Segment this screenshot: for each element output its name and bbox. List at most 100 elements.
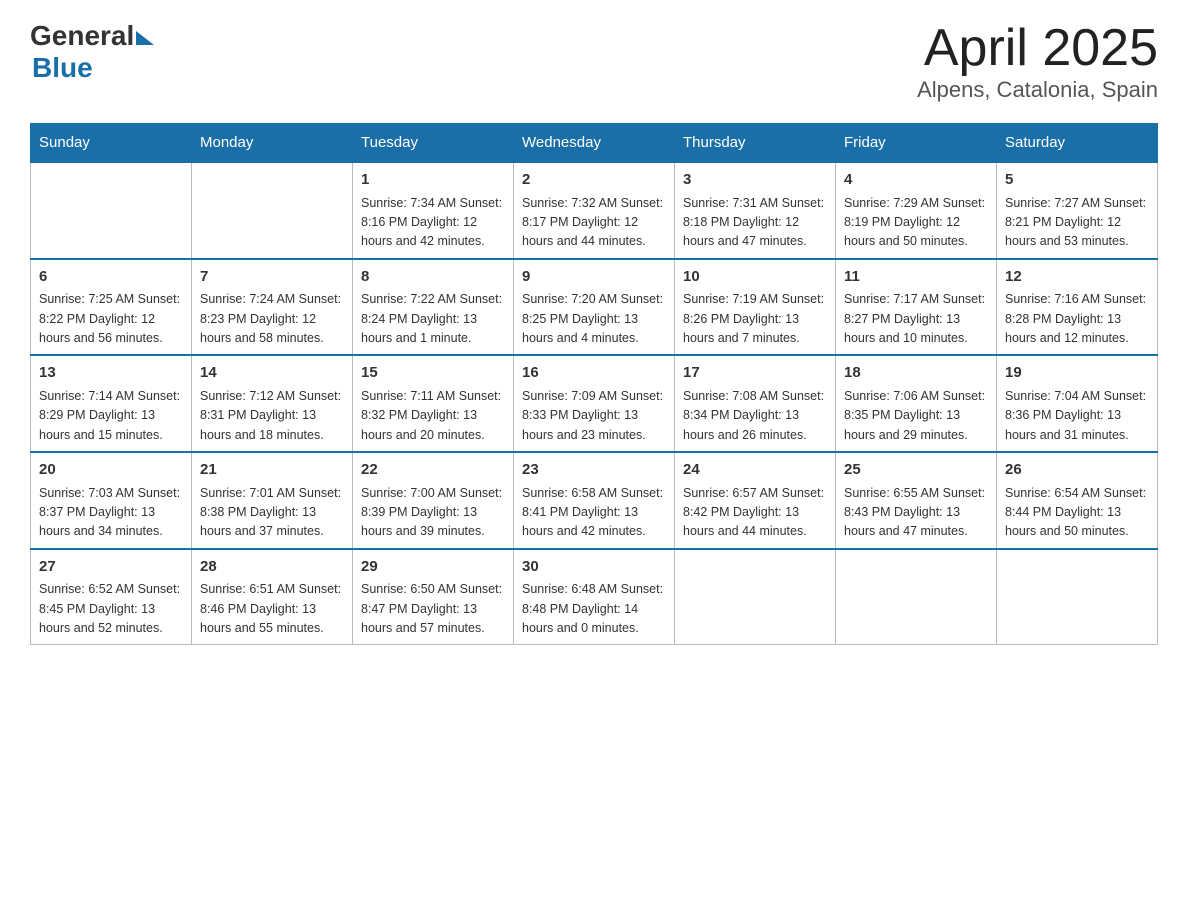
calendar-cell: 11Sunrise: 7:17 AM Sunset: 8:27 PM Dayli… <box>836 259 997 356</box>
calendar-cell: 29Sunrise: 6:50 AM Sunset: 8:47 PM Dayli… <box>353 549 514 645</box>
calendar-cell: 18Sunrise: 7:06 AM Sunset: 8:35 PM Dayli… <box>836 355 997 452</box>
day-number: 15 <box>361 362 505 385</box>
day-info: Sunrise: 7:01 AM Sunset: 8:38 PM Dayligh… <box>200 484 344 542</box>
day-number: 8 <box>361 266 505 289</box>
day-info: Sunrise: 6:52 AM Sunset: 8:45 PM Dayligh… <box>39 580 183 638</box>
day-number: 14 <box>200 362 344 385</box>
title-block: April 2025 Alpens, Catalonia, Spain <box>917 20 1158 103</box>
day-info: Sunrise: 7:29 AM Sunset: 8:19 PM Dayligh… <box>844 194 988 252</box>
calendar-cell: 17Sunrise: 7:08 AM Sunset: 8:34 PM Dayli… <box>675 355 836 452</box>
day-info: Sunrise: 7:08 AM Sunset: 8:34 PM Dayligh… <box>683 387 827 445</box>
day-info: Sunrise: 7:24 AM Sunset: 8:23 PM Dayligh… <box>200 290 344 348</box>
day-number: 7 <box>200 266 344 289</box>
day-number: 18 <box>844 362 988 385</box>
calendar-cell: 22Sunrise: 7:00 AM Sunset: 8:39 PM Dayli… <box>353 452 514 549</box>
page-header: General Blue April 2025 Alpens, Cataloni… <box>30 20 1158 103</box>
day-number: 21 <box>200 459 344 482</box>
day-number: 3 <box>683 169 827 192</box>
calendar-week-row: 20Sunrise: 7:03 AM Sunset: 8:37 PM Dayli… <box>31 452 1158 549</box>
calendar-cell: 7Sunrise: 7:24 AM Sunset: 8:23 PM Daylig… <box>192 259 353 356</box>
calendar-cell <box>31 162 192 259</box>
calendar-cell: 23Sunrise: 6:58 AM Sunset: 8:41 PM Dayli… <box>514 452 675 549</box>
calendar-cell: 21Sunrise: 7:01 AM Sunset: 8:38 PM Dayli… <box>192 452 353 549</box>
day-info: Sunrise: 7:11 AM Sunset: 8:32 PM Dayligh… <box>361 387 505 445</box>
day-number: 22 <box>361 459 505 482</box>
day-info: Sunrise: 7:20 AM Sunset: 8:25 PM Dayligh… <box>522 290 666 348</box>
calendar-cell: 14Sunrise: 7:12 AM Sunset: 8:31 PM Dayli… <box>192 355 353 452</box>
calendar-cell: 13Sunrise: 7:14 AM Sunset: 8:29 PM Dayli… <box>31 355 192 452</box>
day-number: 11 <box>844 266 988 289</box>
calendar-cell: 20Sunrise: 7:03 AM Sunset: 8:37 PM Dayli… <box>31 452 192 549</box>
day-info: Sunrise: 7:06 AM Sunset: 8:35 PM Dayligh… <box>844 387 988 445</box>
day-info: Sunrise: 7:19 AM Sunset: 8:26 PM Dayligh… <box>683 290 827 348</box>
day-number: 10 <box>683 266 827 289</box>
logo: General Blue <box>30 20 154 84</box>
day-number: 13 <box>39 362 183 385</box>
day-number: 6 <box>39 266 183 289</box>
day-info: Sunrise: 6:57 AM Sunset: 8:42 PM Dayligh… <box>683 484 827 542</box>
day-info: Sunrise: 7:12 AM Sunset: 8:31 PM Dayligh… <box>200 387 344 445</box>
calendar-cell: 10Sunrise: 7:19 AM Sunset: 8:26 PM Dayli… <box>675 259 836 356</box>
calendar-header-friday: Friday <box>836 124 997 163</box>
day-info: Sunrise: 7:22 AM Sunset: 8:24 PM Dayligh… <box>361 290 505 348</box>
day-info: Sunrise: 6:51 AM Sunset: 8:46 PM Dayligh… <box>200 580 344 638</box>
calendar-cell: 16Sunrise: 7:09 AM Sunset: 8:33 PM Dayli… <box>514 355 675 452</box>
calendar-cell <box>192 162 353 259</box>
calendar-cell: 27Sunrise: 6:52 AM Sunset: 8:45 PM Dayli… <box>31 549 192 645</box>
calendar-cell: 2Sunrise: 7:32 AM Sunset: 8:17 PM Daylig… <box>514 162 675 259</box>
day-info: Sunrise: 6:54 AM Sunset: 8:44 PM Dayligh… <box>1005 484 1149 542</box>
calendar-cell: 30Sunrise: 6:48 AM Sunset: 8:48 PM Dayli… <box>514 549 675 645</box>
calendar-cell: 1Sunrise: 7:34 AM Sunset: 8:16 PM Daylig… <box>353 162 514 259</box>
calendar-cell: 15Sunrise: 7:11 AM Sunset: 8:32 PM Dayli… <box>353 355 514 452</box>
calendar-cell <box>997 549 1158 645</box>
calendar-cell: 12Sunrise: 7:16 AM Sunset: 8:28 PM Dayli… <box>997 259 1158 356</box>
day-info: Sunrise: 6:50 AM Sunset: 8:47 PM Dayligh… <box>361 580 505 638</box>
calendar-cell: 24Sunrise: 6:57 AM Sunset: 8:42 PM Dayli… <box>675 452 836 549</box>
page-subtitle: Alpens, Catalonia, Spain <box>917 77 1158 103</box>
calendar-header-thursday: Thursday <box>675 124 836 163</box>
logo-general-text: General <box>30 20 134 52</box>
day-info: Sunrise: 6:55 AM Sunset: 8:43 PM Dayligh… <box>844 484 988 542</box>
calendar-header-sunday: Sunday <box>31 124 192 163</box>
day-info: Sunrise: 7:09 AM Sunset: 8:33 PM Dayligh… <box>522 387 666 445</box>
day-info: Sunrise: 7:25 AM Sunset: 8:22 PM Dayligh… <box>39 290 183 348</box>
calendar-header-saturday: Saturday <box>997 124 1158 163</box>
day-number: 2 <box>522 169 666 192</box>
day-number: 12 <box>1005 266 1149 289</box>
day-number: 9 <box>522 266 666 289</box>
day-number: 28 <box>200 556 344 579</box>
calendar-cell: 25Sunrise: 6:55 AM Sunset: 8:43 PM Dayli… <box>836 452 997 549</box>
day-info: Sunrise: 7:32 AM Sunset: 8:17 PM Dayligh… <box>522 194 666 252</box>
calendar-cell <box>675 549 836 645</box>
day-info: Sunrise: 7:31 AM Sunset: 8:18 PM Dayligh… <box>683 194 827 252</box>
calendar-header-monday: Monday <box>192 124 353 163</box>
day-number: 24 <box>683 459 827 482</box>
logo-arrow-icon <box>136 31 154 45</box>
calendar-week-row: 6Sunrise: 7:25 AM Sunset: 8:22 PM Daylig… <box>31 259 1158 356</box>
day-info: Sunrise: 7:00 AM Sunset: 8:39 PM Dayligh… <box>361 484 505 542</box>
calendar-week-row: 1Sunrise: 7:34 AM Sunset: 8:16 PM Daylig… <box>31 162 1158 259</box>
day-info: Sunrise: 7:04 AM Sunset: 8:36 PM Dayligh… <box>1005 387 1149 445</box>
calendar-header-wednesday: Wednesday <box>514 124 675 163</box>
calendar-week-row: 27Sunrise: 6:52 AM Sunset: 8:45 PM Dayli… <box>31 549 1158 645</box>
day-number: 29 <box>361 556 505 579</box>
day-number: 19 <box>1005 362 1149 385</box>
logo-blue-text: Blue <box>32 52 93 84</box>
day-info: Sunrise: 7:16 AM Sunset: 8:28 PM Dayligh… <box>1005 290 1149 348</box>
day-number: 16 <box>522 362 666 385</box>
calendar-header-tuesday: Tuesday <box>353 124 514 163</box>
calendar-cell: 6Sunrise: 7:25 AM Sunset: 8:22 PM Daylig… <box>31 259 192 356</box>
calendar-cell: 19Sunrise: 7:04 AM Sunset: 8:36 PM Dayli… <box>997 355 1158 452</box>
calendar-cell <box>836 549 997 645</box>
day-info: Sunrise: 7:03 AM Sunset: 8:37 PM Dayligh… <box>39 484 183 542</box>
calendar-cell: 5Sunrise: 7:27 AM Sunset: 8:21 PM Daylig… <box>997 162 1158 259</box>
day-number: 25 <box>844 459 988 482</box>
calendar-cell: 3Sunrise: 7:31 AM Sunset: 8:18 PM Daylig… <box>675 162 836 259</box>
day-info: Sunrise: 7:34 AM Sunset: 8:16 PM Dayligh… <box>361 194 505 252</box>
calendar-cell: 8Sunrise: 7:22 AM Sunset: 8:24 PM Daylig… <box>353 259 514 356</box>
day-number: 1 <box>361 169 505 192</box>
calendar-cell: 4Sunrise: 7:29 AM Sunset: 8:19 PM Daylig… <box>836 162 997 259</box>
day-number: 4 <box>844 169 988 192</box>
page-title: April 2025 <box>917 20 1158 77</box>
calendar-week-row: 13Sunrise: 7:14 AM Sunset: 8:29 PM Dayli… <box>31 355 1158 452</box>
